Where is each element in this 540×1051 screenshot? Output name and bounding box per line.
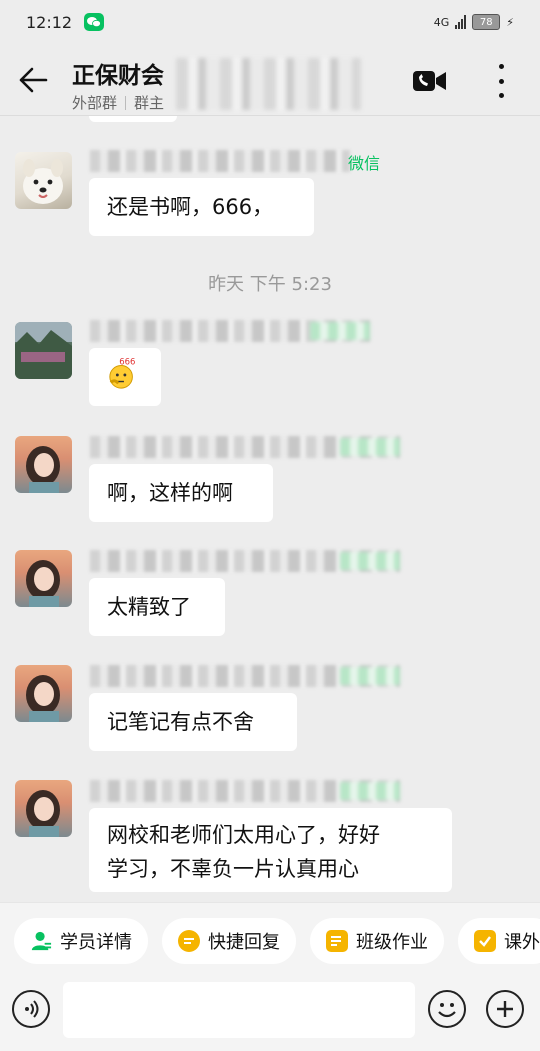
message-text: 还是书啊，666，: [107, 195, 274, 219]
portrait-avatar-image: [26, 446, 60, 493]
emoji-button[interactable]: [428, 990, 466, 1028]
partial-message-bubble: [89, 116, 177, 122]
status-time: 12:12: [26, 12, 73, 32]
battery-level: 78: [479, 16, 493, 28]
message-bubble[interactable]: 记笔记有点不舍: [89, 693, 297, 751]
quick-action-label: 学员详情: [60, 931, 132, 953]
avatar[interactable]: [15, 322, 72, 379]
sender-name-redacted: [90, 436, 400, 458]
sender-name-redacted: [90, 780, 400, 802]
landscape-avatar-image: [15, 322, 72, 379]
extracurricular-button[interactable]: 课外: [458, 917, 540, 964]
sender-name-redacted: [90, 665, 400, 687]
dog-avatar-image: [23, 159, 63, 204]
redacted-title: [176, 58, 361, 110]
signal-icon: [455, 15, 467, 29]
voice-icon: [25, 1000, 39, 1018]
class-homework-button[interactable]: 班级作业: [310, 917, 444, 964]
more-options-button[interactable]: [492, 64, 510, 98]
video-call-button[interactable]: [412, 68, 448, 94]
owner-label: 群主: [134, 94, 165, 112]
message-text-line: 网校和老师们太用心了，好好: [107, 823, 380, 847]
portrait-avatar-image: [26, 560, 60, 607]
smiley-icon: [438, 1003, 456, 1018]
group-subtitle: 外部群 群主: [72, 92, 164, 113]
avatar[interactable]: [15, 550, 72, 607]
dot-icon: [498, 93, 504, 98]
avatar[interactable]: [15, 436, 72, 493]
charging-icon: ⚡: [506, 15, 514, 29]
group-title: 正保财会: [72, 63, 164, 89]
divider: [125, 95, 127, 110]
sender-tag: 微信: [348, 154, 381, 173]
portrait-avatar-image: [26, 790, 60, 837]
student-icon: [30, 930, 52, 952]
message-bubble[interactable]: 还是书啊，666，: [89, 178, 314, 236]
arrow-left-icon: [19, 67, 48, 93]
quick-reply-button[interactable]: 快捷回复: [162, 917, 296, 964]
sender-name-redacted: [90, 150, 350, 172]
thinking-emoji-sticker: 666: [109, 357, 135, 389]
quick-reply-icon: [178, 929, 200, 952]
status-bar: 12:12 4G 78 ⚡: [0, 0, 540, 44]
message-input[interactable]: [63, 982, 415, 1038]
network-label: 4G: [433, 15, 450, 29]
calendar-icon: [474, 929, 496, 952]
avatar[interactable]: [15, 152, 72, 209]
message-text-line: 学习，不辜负一片认真用心: [107, 857, 359, 881]
quick-action-label: 班级作业: [356, 931, 428, 953]
message-text: 记笔记有点不舍: [107, 710, 254, 734]
homework-icon: [326, 929, 348, 952]
message-text: 啊，这样的啊: [107, 481, 233, 505]
avatar[interactable]: [15, 665, 72, 722]
quick-action-bar: 学员详情 快捷回复 班级作业 课外: [0, 902, 540, 978]
message-bubble[interactable]: 网校和老师们太用心了，好好 学习，不辜负一片认真用心: [89, 808, 452, 892]
sender-name-redacted: [90, 550, 400, 572]
quick-action-label: 快捷回复: [208, 931, 280, 953]
external-group-label: 外部群: [72, 94, 118, 112]
dot-icon: [498, 64, 504, 69]
sticker-bubble[interactable]: 666: [89, 348, 161, 406]
portrait-avatar-image: [26, 675, 60, 722]
avatar[interactable]: [15, 780, 72, 837]
voice-input-button[interactable]: [12, 990, 50, 1028]
dot-icon: [498, 78, 504, 84]
input-bar: [0, 978, 540, 1051]
chat-header: 正保财会 外部群 群主: [0, 44, 540, 116]
sticker-text: 666: [119, 358, 135, 367]
battery-icon: 78: [472, 14, 501, 30]
student-details-button[interactable]: 学员详情: [14, 917, 148, 964]
quick-action-label: 课外: [504, 931, 540, 953]
sender-name-redacted: [90, 320, 370, 342]
video-camera-icon: [413, 71, 446, 91]
plus-icon: [497, 1001, 513, 1017]
message-list[interactable]: 微信 还是书啊，666， 昨天 下午 5:23 666 啊，这样的啊 太精致了 …: [0, 116, 540, 902]
wechat-app-icon: [84, 13, 105, 31]
message-bubble[interactable]: 啊，这样的啊: [89, 464, 273, 522]
time-divider: 昨天 下午 5:23: [208, 274, 332, 295]
message-bubble[interactable]: 太精致了: [89, 578, 225, 636]
back-button[interactable]: [18, 66, 48, 94]
message-text: 太精致了: [107, 595, 191, 619]
more-input-button[interactable]: [486, 990, 524, 1028]
